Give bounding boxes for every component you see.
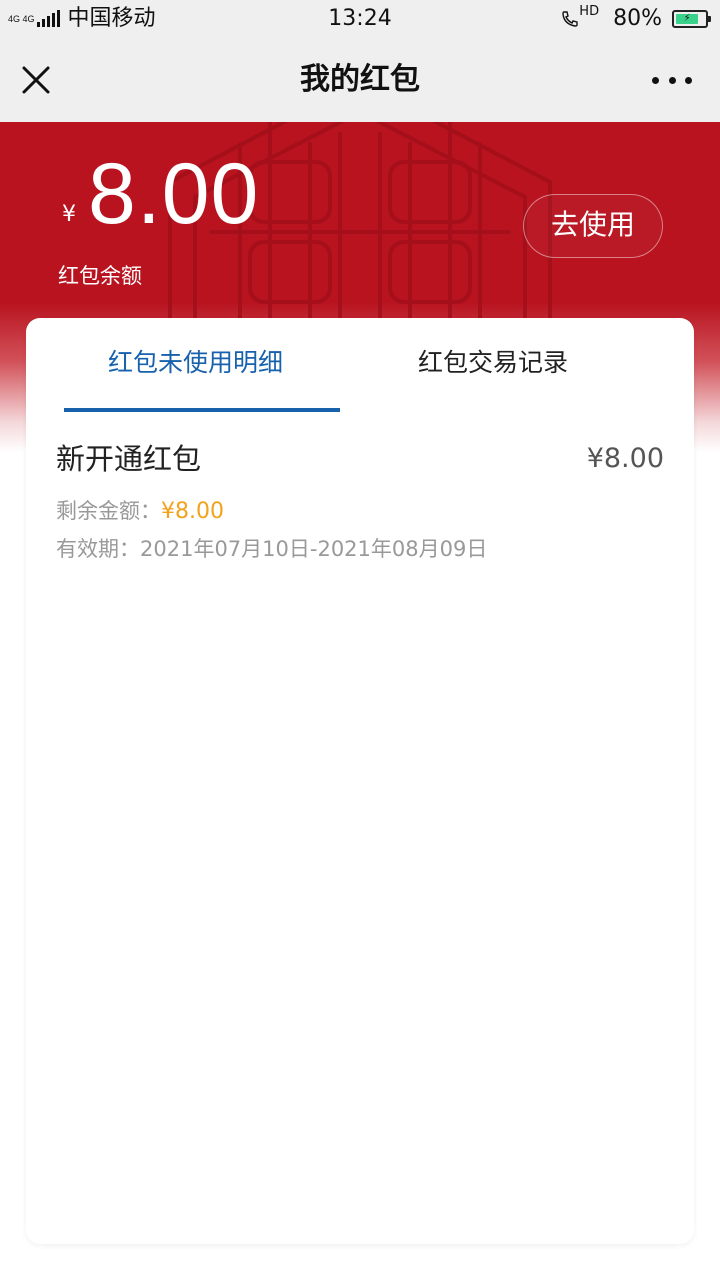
active-tab-indicator — [64, 408, 340, 412]
tab-bar: 红包未使用明细 红包交易记录 — [26, 318, 694, 414]
page-title: 我的红包 — [300, 62, 420, 97]
balance-label: 红包余额 — [58, 264, 142, 288]
screen: 4G 4G 中国移动 13:24 HD 80% ⚡ 我的红包 ¥ 8.00 红包… — [0, 0, 720, 1280]
call-hd-icon: HD — [561, 4, 599, 28]
currency-symbol: ¥ — [62, 202, 76, 227]
battery-percent: 80% — [613, 6, 662, 31]
item-remaining: 剩余金额：¥8.00 — [56, 496, 224, 527]
battery-fill: ⚡ — [676, 14, 699, 24]
item-title: 新开通红包 — [56, 442, 202, 476]
tab-transaction-records[interactable]: 红包交易记录 — [418, 346, 568, 380]
nav-bar: 我的红包 — [0, 38, 720, 122]
status-bar: 4G 4G 中国移动 13:24 HD 80% ⚡ — [0, 0, 720, 38]
remaining-value: ¥8.00 — [161, 499, 224, 524]
list-item[interactable]: 新开通红包 ¥8.00 剩余金额：¥8.00 有效期：2021年07月10日-2… — [26, 430, 694, 561]
status-right: HD 80% ⚡ — [561, 4, 711, 33]
tab-unused-details[interactable]: 红包未使用明细 — [108, 346, 283, 380]
item-validity: 有效期：2021年07月10日-2021年08月09日 — [56, 537, 488, 561]
call-tag: HD — [579, 3, 600, 19]
more-icon[interactable] — [652, 72, 692, 88]
item-amount: ¥8.00 — [586, 443, 664, 474]
battery-icon: ⚡ — [672, 10, 711, 28]
balance-amount: 8.00 — [88, 146, 260, 242]
remaining-label: 剩余金额： — [56, 499, 161, 523]
use-button[interactable]: 去使用 — [523, 194, 663, 258]
details-card: 红包未使用明细 红包交易记录 新开通红包 ¥8.00 剩余金额：¥8.00 有效… — [26, 318, 694, 1244]
close-icon[interactable] — [18, 62, 54, 98]
